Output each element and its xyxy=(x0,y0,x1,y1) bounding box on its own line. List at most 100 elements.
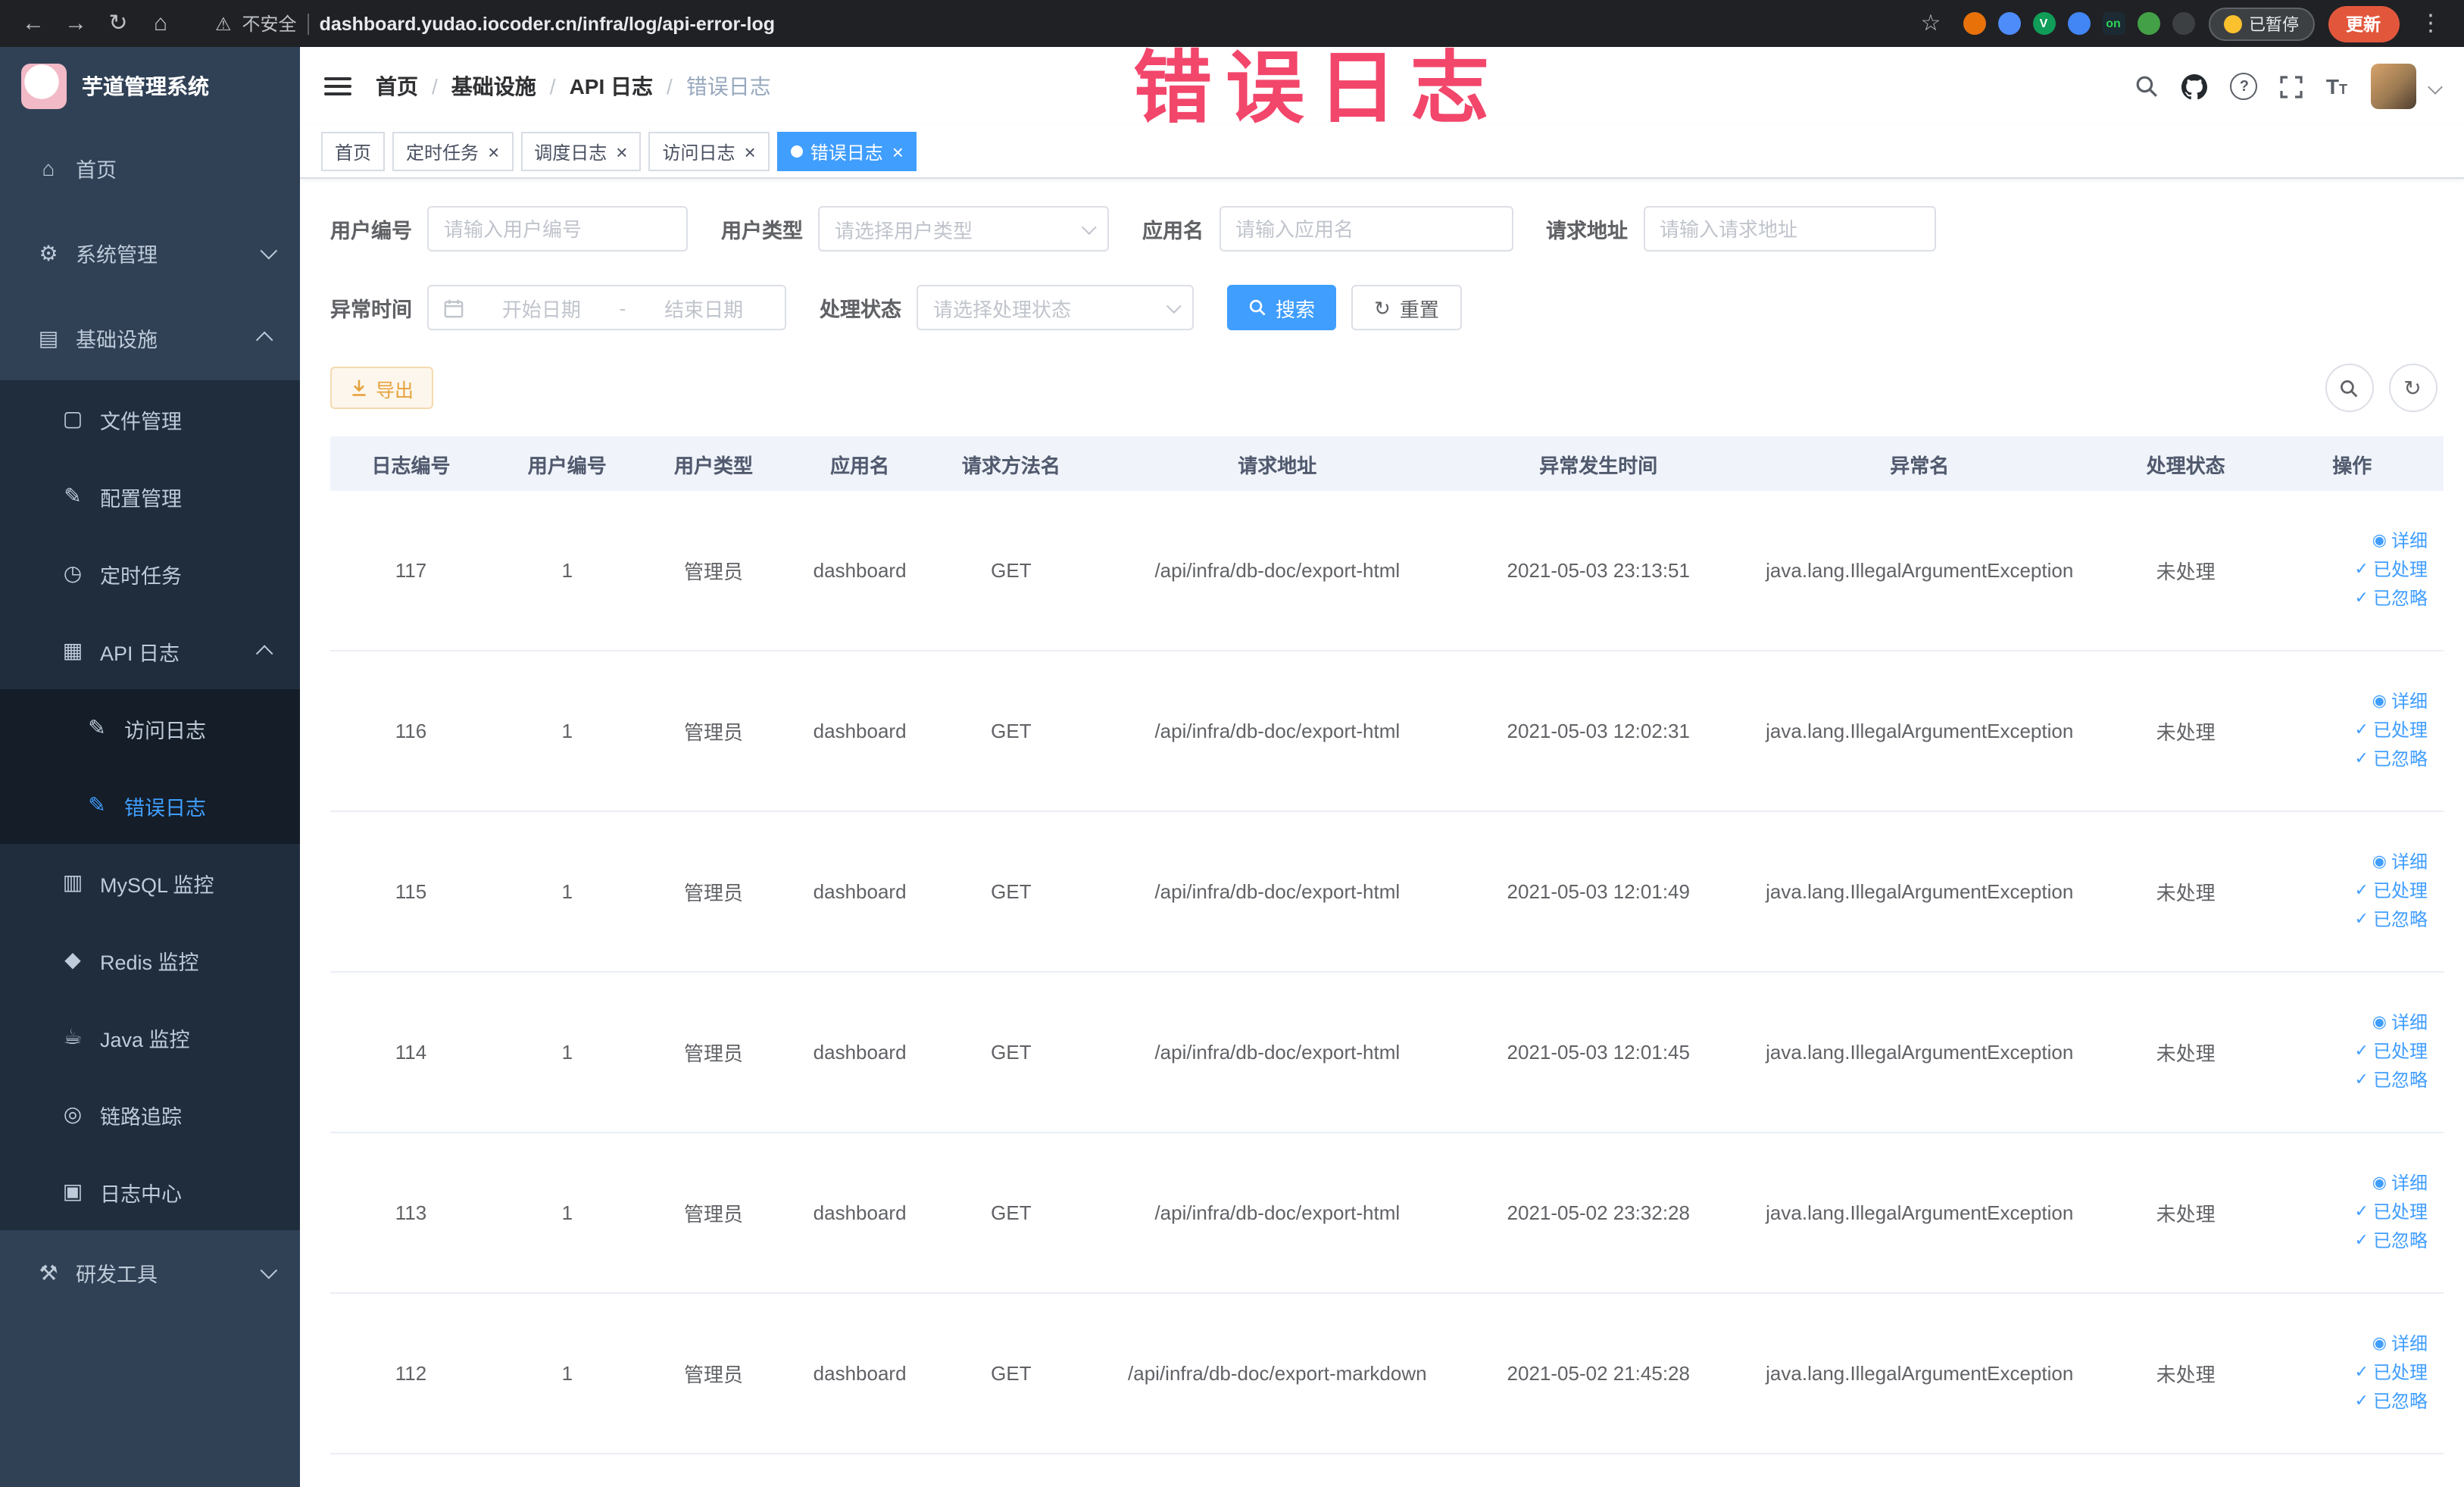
action-label: 已忽略 xyxy=(2372,748,2428,770)
tab-调度日志[interactable]: 调度日志 × xyxy=(520,132,642,171)
action-label: 已忽略 xyxy=(2372,1230,2428,1251)
action-已处理[interactable]: ✓ 已处理 xyxy=(2268,1038,2428,1067)
tab-错误日志[interactable]: 错误日志 × xyxy=(776,132,917,171)
table-toolbar: 导出 ↻ xyxy=(330,364,2443,412)
action-详细[interactable]: ◉ 详细 xyxy=(2268,1009,2428,1038)
sidebar-item-log-center[interactable]: ▣ 日志中心 xyxy=(0,1153,300,1230)
cell-method: GET xyxy=(935,1132,1087,1294)
tab-访问日志[interactable]: 访问日志 × xyxy=(648,132,770,171)
cell-user_type: 管理员 xyxy=(642,491,785,651)
action-label: 已处理 xyxy=(2372,1362,2428,1383)
user-id-input[interactable] xyxy=(427,206,688,251)
database-icon: ◆ xyxy=(64,947,81,971)
action-已忽略[interactable]: ✓ 已忽略 xyxy=(2268,585,2428,614)
breadcrumb-item[interactable]: 首页 xyxy=(376,71,418,102)
search-button[interactable]: 搜索 xyxy=(1227,285,1337,330)
back-icon[interactable]: ← xyxy=(15,0,52,47)
action-已处理[interactable]: ✓ 已处理 xyxy=(2268,1198,2428,1227)
sidebar-item-java[interactable]: ☕ Java 监控 xyxy=(0,998,300,1076)
action-已处理[interactable]: ✓ 已处理 xyxy=(2268,877,2428,906)
action-label: 详细 xyxy=(2391,851,2428,873)
extension-icon-blue-grid[interactable] xyxy=(2067,12,2090,35)
request-url-input[interactable] xyxy=(1643,206,1935,251)
bookmark-star-icon[interactable]: ☆ xyxy=(1913,0,1949,47)
exception-time-range-picker[interactable]: 开始日期 - 结束日期 xyxy=(427,285,786,330)
app-logo[interactable]: 芋道管理系统 xyxy=(0,47,300,126)
action-已处理[interactable]: ✓ 已处理 xyxy=(2268,556,2428,585)
extension-icon-green-leaf[interactable] xyxy=(2137,12,2160,35)
home-icon[interactable]: ⌂ xyxy=(142,0,179,47)
action-已忽略[interactable]: ✓ 已忽略 xyxy=(2268,1388,2428,1417)
sidebar-item-config[interactable]: ✎ 配置管理 xyxy=(0,458,300,535)
action-已忽略[interactable]: ✓ 已忽略 xyxy=(2268,745,2428,774)
tab-首页[interactable]: 首页 xyxy=(321,132,386,171)
sidebar-item-infra[interactable]: ▤ 基础设施 xyxy=(0,295,300,380)
address-bar[interactable]: ⚠ 不安全 dashboard.yudao.iocoder.cn/infra/l… xyxy=(215,11,775,36)
browser-toolbar: ← → ↻ ⌂ ⚠ 不安全 dashboard.yudao.iocoder.cn… xyxy=(0,0,2464,47)
sidebar-item-label: 基础设施 xyxy=(76,329,158,351)
refresh-table-button[interactable]: ↻ xyxy=(2388,364,2437,412)
breadcrumb-separator: / xyxy=(667,74,673,98)
action-已处理[interactable]: ✓ 已处理 xyxy=(2268,1359,2428,1388)
sidebar-item-trace[interactable]: ◎ 链路追踪 xyxy=(0,1076,300,1153)
user-type-select[interactable]: 请选择用户类型 xyxy=(818,206,1109,251)
action-详细[interactable]: ◉ 详细 xyxy=(2268,1330,2428,1359)
sidebar-item-devtools[interactable]: ⚒ 研发工具 xyxy=(0,1230,300,1315)
eye-icon: ◉ xyxy=(2372,1174,2387,1192)
sidebar-item-system[interactable]: ⚙ 系统管理 xyxy=(0,211,300,295)
sidebar-item-file[interactable]: ▢ 文件管理 xyxy=(0,380,300,458)
extension-icon-blue-drop[interactable] xyxy=(1997,12,2020,35)
action-已处理[interactable]: ✓ 已处理 xyxy=(2268,717,2428,745)
action-已忽略[interactable]: ✓ 已忽略 xyxy=(2268,1227,2428,1256)
breadcrumb-item[interactable]: 基础设施 xyxy=(451,71,536,102)
cell-actions: ◉ 详细 ✓ 已处理 ✓ 已忽略 xyxy=(2261,811,2443,973)
action-已忽略[interactable]: ✓ 已忽略 xyxy=(2268,906,2428,935)
search-icon[interactable] xyxy=(2135,74,2160,98)
extension-icon-green-v[interactable]: V xyxy=(2032,12,2055,35)
close-icon[interactable]: × xyxy=(616,142,627,161)
help-icon[interactable]: ? xyxy=(2230,73,2258,100)
sidebar-item-access-log[interactable]: ✎ 访问日志 xyxy=(0,689,300,767)
breadcrumb-item: 错误日志 xyxy=(685,74,771,98)
export-button[interactable]: 导出 xyxy=(330,367,434,409)
action-详细[interactable]: ◉ 详细 xyxy=(2268,1170,2428,1198)
sidebar-item-error-log[interactable]: ✎ 错误日志 xyxy=(0,767,300,844)
action-详细[interactable]: ◉ 详细 xyxy=(2268,688,2428,717)
kebab-menu-icon[interactable]: ⋮ xyxy=(2412,0,2449,47)
close-icon[interactable]: × xyxy=(488,142,499,161)
extension-icon-dark-pin[interactable] xyxy=(2172,12,2194,35)
paused-badge[interactable]: 已暂停 xyxy=(2208,7,2314,40)
hamburger-icon[interactable] xyxy=(324,77,351,95)
github-icon[interactable] xyxy=(2181,73,2208,99)
fullscreen-icon[interactable] xyxy=(2281,75,2303,98)
breadcrumb: 首页 / 基础设施 / API 日志 / 错误日志 xyxy=(376,71,771,102)
action-已忽略[interactable]: ✓ 已忽略 xyxy=(2268,1067,2428,1095)
extension-icon-orange[interactable] xyxy=(1963,12,1985,35)
sidebar-item-job[interactable]: ◷ 定时任务 xyxy=(0,535,300,612)
cell-id: 113 xyxy=(330,1132,492,1294)
chevron-down-icon xyxy=(1166,298,1182,314)
close-icon[interactable]: × xyxy=(745,142,756,161)
close-icon[interactable]: × xyxy=(892,142,904,161)
action-详细[interactable]: ◉ 详细 xyxy=(2268,848,2428,877)
toggle-search-button[interactable] xyxy=(2325,364,2373,412)
select-placeholder: 请选择处理状态 xyxy=(933,298,1072,320)
action-详细[interactable]: ◉ 详细 xyxy=(2268,527,2428,556)
process-status-select[interactable]: 请选择处理状态 xyxy=(917,285,1194,330)
breadcrumb-item[interactable]: API 日志 xyxy=(570,71,653,102)
reload-icon[interactable]: ↻ xyxy=(100,0,136,47)
user-avatar[interactable] xyxy=(2370,64,2416,109)
sidebar-item-home[interactable]: ⌂ 首页 xyxy=(0,126,300,211)
sidebar-item-redis[interactable]: ◆ Redis 监控 xyxy=(0,921,300,998)
update-button[interactable]: 更新 xyxy=(2328,5,2399,42)
app-name-input[interactable] xyxy=(1219,206,1513,251)
extension-icon-switch-on[interactable]: on xyxy=(2102,12,2125,35)
sidebar-item-mysql[interactable]: ▥ MySQL 监控 xyxy=(0,844,300,921)
sidebar-item-api-log[interactable]: ▦ API 日志 xyxy=(0,612,300,689)
cell-method: GET xyxy=(935,811,1087,973)
tab-定时任务[interactable]: 定时任务 × xyxy=(392,132,514,171)
font-size-icon[interactable]: TT xyxy=(2326,74,2347,98)
avatar-caret-icon[interactable] xyxy=(2427,79,2442,94)
forward-icon[interactable]: → xyxy=(58,0,94,47)
reset-button[interactable]: ↻ 重置 xyxy=(1351,285,1462,330)
